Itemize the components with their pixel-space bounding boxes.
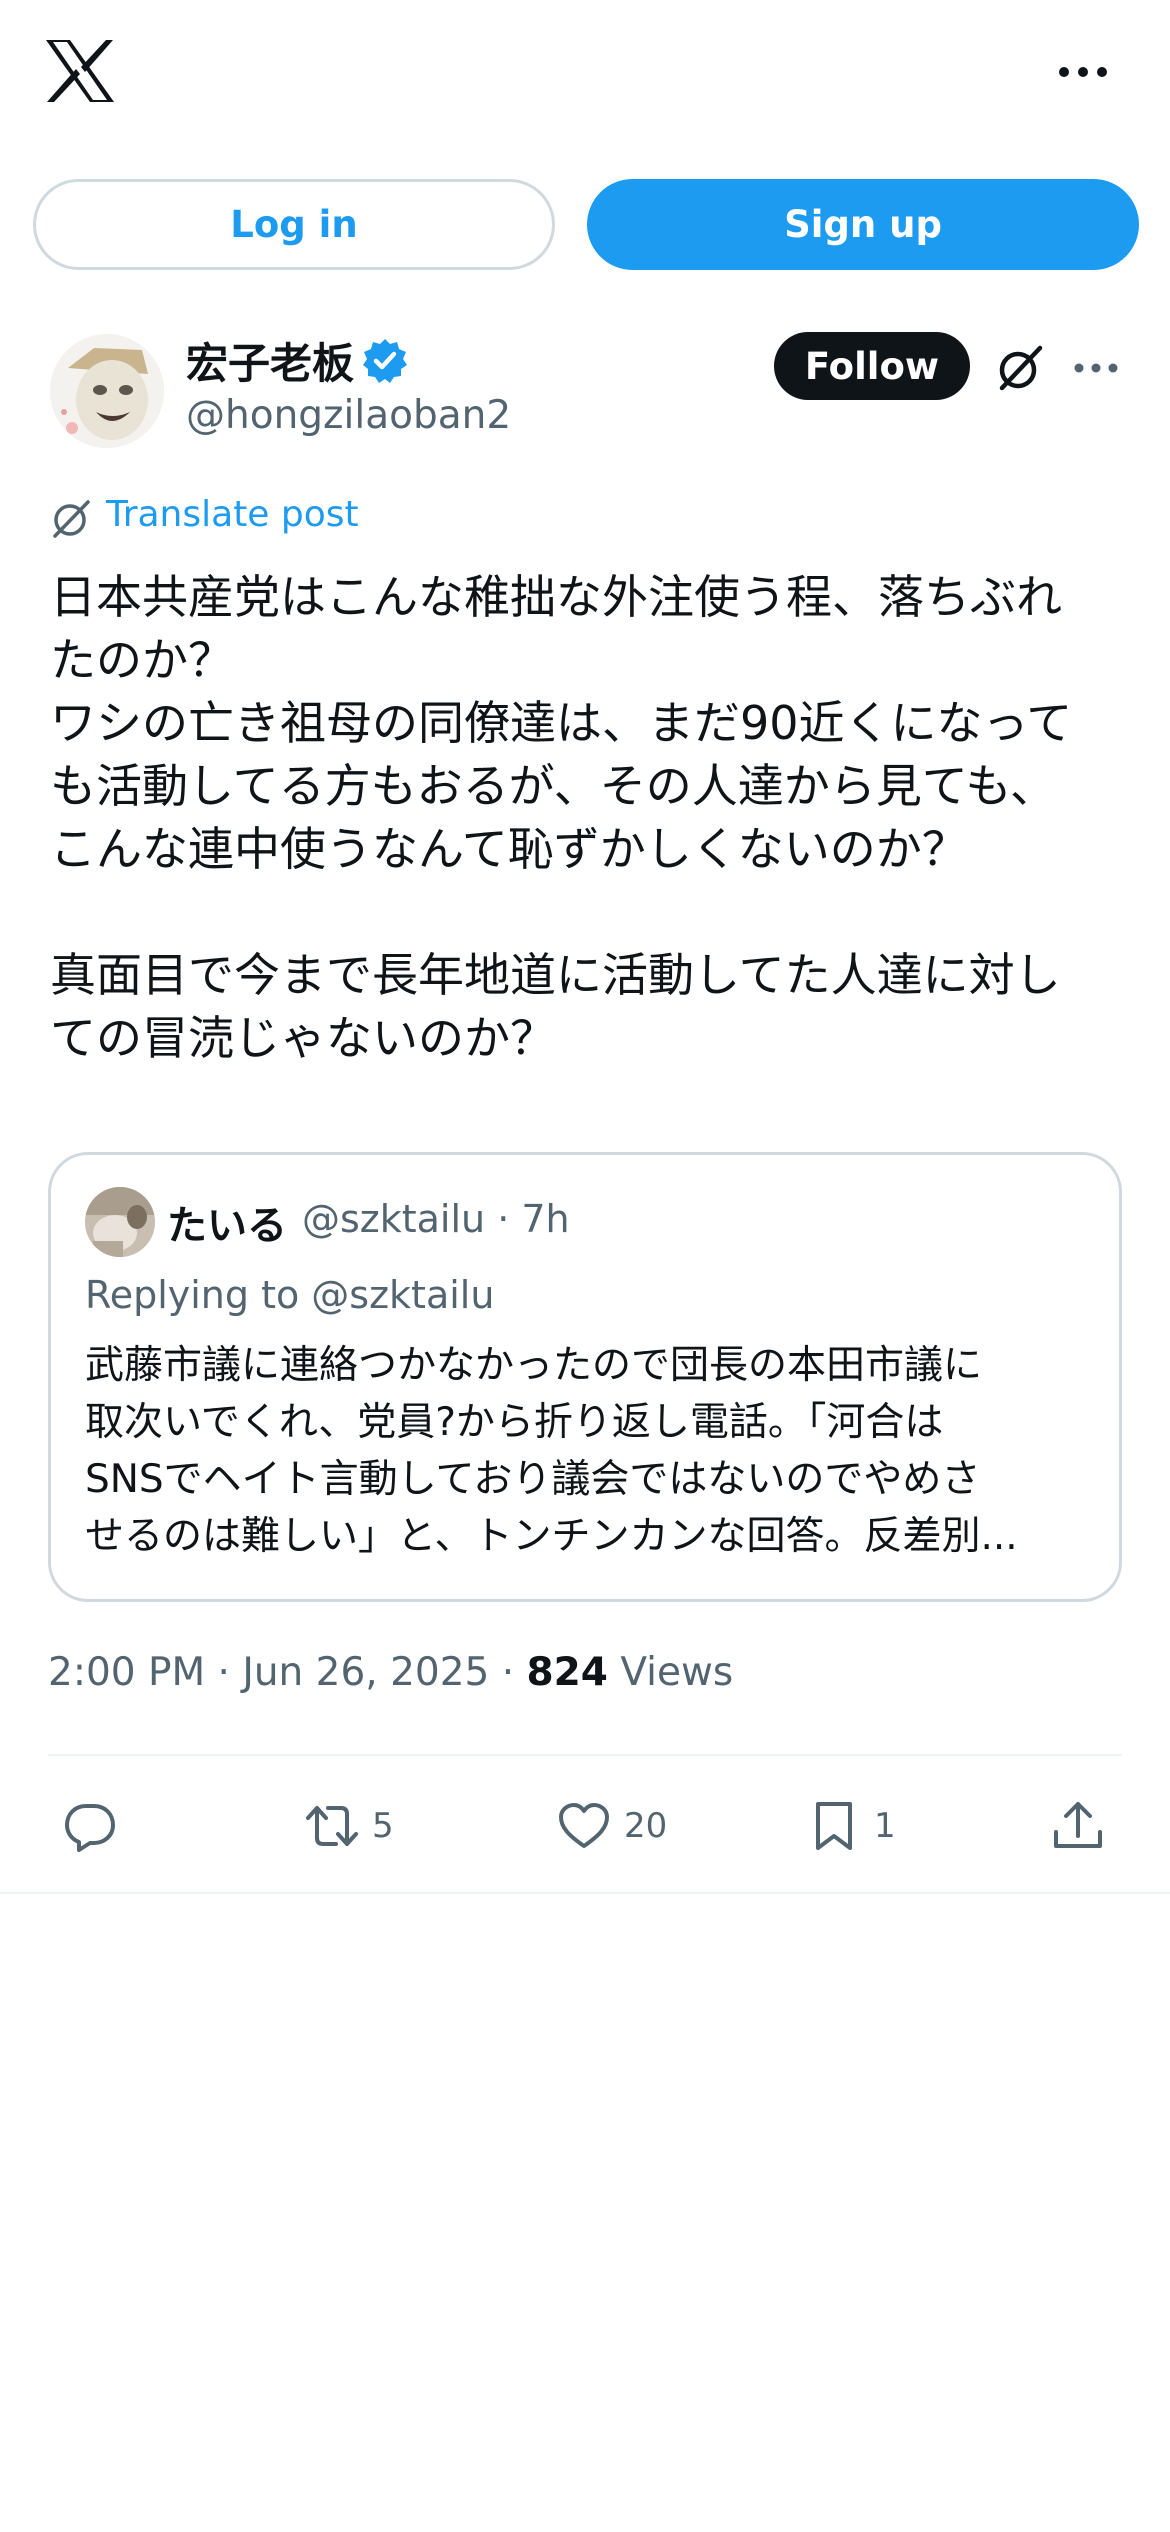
divider: [48, 1754, 1122, 1756]
auth-buttons: Log in Sign up: [33, 179, 1139, 271]
repost-count: 5: [372, 1806, 394, 1846]
post-text-line: ワシの亡き祖母の同僚達は、まだ90近くになって: [50, 696, 1073, 750]
quoted-post-body: 武藤市議に連絡つかなかったので団長の本田市議に 取次いでくれ、党員?から折り返し…: [85, 1337, 1095, 1565]
post-text-line: 真面目で今まで長年地道に活動してた人達に対し: [50, 948, 1061, 1002]
quoted-author-avatar: [85, 1187, 155, 1257]
translate-post-label: Translate post: [106, 494, 359, 535]
post-text-line: [50, 881, 1130, 944]
quoted-text-line: SNSでヘイト言動しており議会ではないのでやめさ: [85, 1457, 981, 1502]
share-button[interactable]: [1050, 1796, 1106, 1856]
views-count: 824: [526, 1650, 608, 1695]
share-icon: [1054, 1802, 1102, 1848]
quoted-post-card[interactable]: たいる @szktailu · 7h Replying to @szktailu…: [48, 1152, 1122, 1602]
bookmark-count: 1: [874, 1806, 896, 1846]
repost-button[interactable]: 5: [304, 1796, 394, 1856]
quoted-avatar-image: [85, 1187, 155, 1257]
signup-button[interactable]: Sign up: [587, 179, 1139, 270]
author-handle[interactable]: @hongzilaoban2: [186, 393, 511, 438]
heart-icon: [559, 1803, 609, 1848]
follow-button[interactable]: Follow: [774, 332, 970, 400]
post-body: 日本共産党はこんな稚拙な外注使う程、落ちぶれ たのか？ ワシの亡き祖母の同僚達は…: [50, 566, 1130, 1070]
quoted-text-line: せるのは難しい」と、トンチンカンな回答。反差別...: [85, 1514, 1018, 1559]
avatar-image: [50, 334, 164, 448]
quoted-text-line: 取次いでくれ、党員?から折り返し電話。「河合は: [85, 1400, 944, 1445]
quoted-replying-to: Replying to @szktailu: [85, 1273, 495, 1317]
quoted-author-handle: @szktailu · 7h: [302, 1197, 570, 1241]
post-meta: 2:00 PM · Jun 26, 2025 · 824 Views: [48, 1650, 733, 1695]
verified-badge-icon: [363, 339, 407, 383]
post-timestamp[interactable]: 2:00 PM · Jun 26, 2025 ·: [48, 1650, 527, 1695]
login-button[interactable]: Log in: [33, 179, 555, 270]
author-name[interactable]: 宏子老板: [186, 330, 354, 391]
divider: [0, 1892, 1170, 1894]
grok-icon[interactable]: [994, 342, 1046, 394]
post-action-bar: 5 20 1: [0, 1770, 1170, 1882]
post-text-line: こんな連中使うなんて恥ずかしくないのか？: [50, 822, 968, 876]
post-text-line: たのか？: [50, 633, 234, 687]
like-count: 20: [624, 1806, 668, 1846]
reply-button[interactable]: [62, 1796, 130, 1856]
like-button[interactable]: 20: [556, 1796, 667, 1856]
bookmark-icon: [816, 1802, 852, 1850]
translate-icon: [53, 500, 90, 538]
post-text-line: ての冒涜じゃないのか？: [50, 1011, 556, 1065]
more-horizontal-icon[interactable]: [1058, 62, 1108, 82]
bookmark-button[interactable]: 1: [806, 1796, 896, 1856]
x-logo-icon[interactable]: [44, 38, 116, 104]
reply-icon: [65, 1804, 115, 1852]
quoted-text-line: 武藤市議に連絡つかなかったので団長の本田市議に: [85, 1343, 983, 1388]
top-bar: [0, 0, 1170, 150]
post-text-line: も活動してる方もおるが、その人達から見ても、: [50, 759, 1057, 813]
views-label: Views: [607, 1650, 734, 1695]
post-more-icon[interactable]: [1074, 358, 1118, 378]
author-avatar[interactable]: [50, 334, 164, 448]
quoted-author-name: たいる: [167, 1203, 287, 1249]
post-text-line: 日本共産党はこんな稚拙な外注使う程、落ちぶれ: [50, 570, 1062, 624]
repost-icon: [306, 1806, 358, 1846]
